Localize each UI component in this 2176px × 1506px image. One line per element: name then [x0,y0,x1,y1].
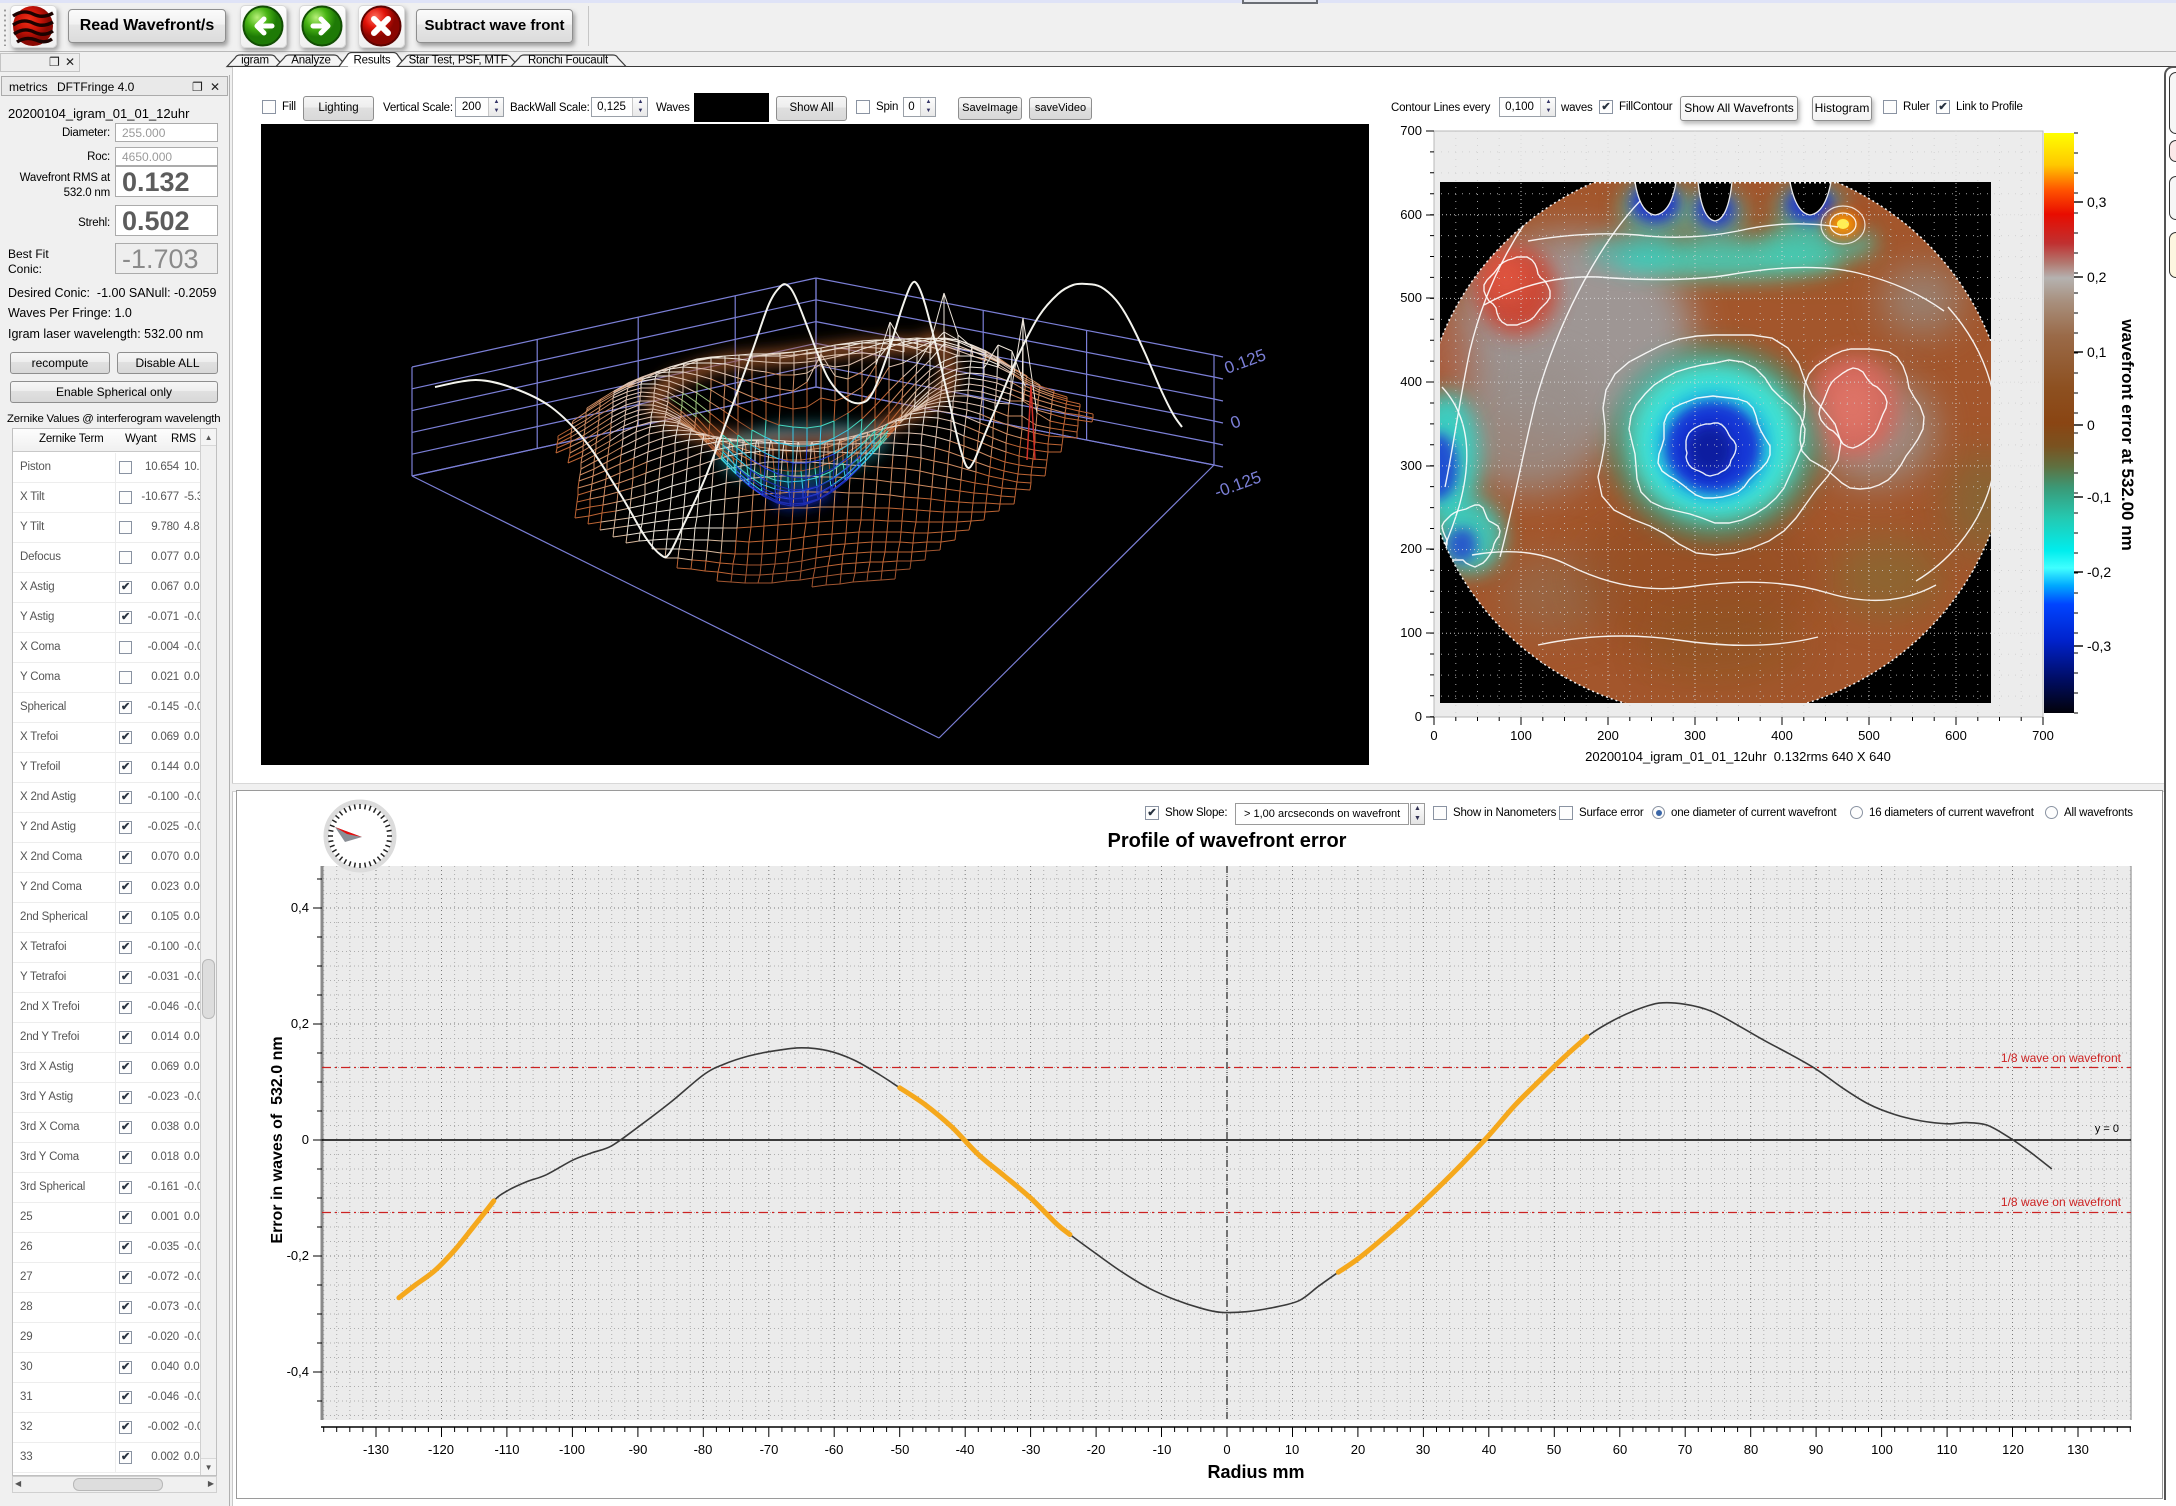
svg-text:0,3: 0,3 [2087,194,2107,210]
svg-text:300: 300 [1400,458,1422,473]
svg-text:120: 120 [2002,1442,2024,1457]
svg-text:300: 300 [1684,728,1706,743]
svg-text:20200104_igram_01_01_12uhr 0.: 20200104_igram_01_01_12uhr 0.132rms 640 … [1585,749,1891,764]
svg-text:80: 80 [1744,1442,1758,1457]
svg-text:Analyze: Analyze [291,55,331,67]
svg-text:0: 0 [1430,728,1437,743]
svg-text:-80: -80 [694,1442,713,1457]
svg-text:10: 10 [1285,1442,1299,1457]
svg-text:-0,1: -0,1 [2087,489,2111,505]
svg-text:igram: igram [241,55,269,67]
svg-text:0: 0 [1223,1442,1230,1457]
svg-text:700: 700 [2032,728,2054,743]
svg-text:500: 500 [1858,728,1880,743]
svg-text:100: 100 [1400,625,1422,640]
svg-text:-110: -110 [494,1442,519,1457]
svg-text:-20: -20 [1087,1442,1106,1457]
svg-text:0: 0 [2087,417,2095,433]
svg-text:-10: -10 [1153,1442,1172,1457]
svg-text:Error in waves of 532.0 nm: Error in waves of 532.0 nm [269,1036,286,1243]
svg-text:y = 0: y = 0 [2095,1123,2119,1135]
svg-text:-70: -70 [760,1442,779,1457]
svg-text:600: 600 [1945,728,1967,743]
svg-text:-30: -30 [1022,1442,1041,1457]
svg-text:0: 0 [302,1132,309,1147]
svg-text:1/8 wave on wavefront: 1/8 wave on wavefront [2001,1051,2122,1065]
svg-text:0,2: 0,2 [291,1016,309,1031]
svg-text:-90: -90 [629,1442,648,1457]
svg-text:wavefront error at 532.00 nm: wavefront error at 532.00 nm [2118,318,2137,550]
svg-text:200: 200 [1400,541,1422,556]
svg-text:600: 600 [1400,207,1422,222]
svg-text:-50: -50 [891,1442,910,1457]
svg-text:-0,2: -0,2 [2087,564,2111,580]
svg-text:-100: -100 [559,1442,585,1457]
svg-text:Results: Results [354,55,391,67]
svg-text:400: 400 [1771,728,1793,743]
svg-text:50: 50 [1547,1442,1561,1457]
svg-text:Star Test, PSF, MTF: Star Test, PSF, MTF [409,55,508,67]
svg-text:500: 500 [1400,290,1422,305]
svg-text:0,4: 0,4 [291,900,309,915]
svg-text:0,1: 0,1 [2087,344,2107,360]
svg-text:100: 100 [1510,728,1532,743]
svg-text:30: 30 [1416,1442,1430,1457]
svg-text:90: 90 [1809,1442,1823,1457]
svg-text:400: 400 [1400,374,1422,389]
svg-text:-60: -60 [825,1442,844,1457]
svg-text:0: 0 [1415,709,1422,724]
svg-text:Ronchi Foucault: Ronchi Foucault [528,55,609,67]
svg-text:-130: -130 [363,1442,389,1457]
svg-text:700: 700 [1400,125,1422,138]
svg-text:-0,3: -0,3 [2087,638,2111,654]
svg-text:0,2: 0,2 [2087,269,2107,285]
svg-text:Radius mm: Radius mm [1207,1462,1304,1482]
svg-text:200: 200 [1597,728,1619,743]
svg-text:1/8 wave on wavefront: 1/8 wave on wavefront [2001,1195,2122,1209]
svg-text:-0,4: -0,4 [287,1364,309,1379]
svg-text:100: 100 [1871,1442,1893,1457]
svg-text:-0,2: -0,2 [287,1248,309,1263]
svg-text:70: 70 [1678,1442,1692,1457]
svg-text:-40: -40 [956,1442,975,1457]
svg-text:20: 20 [1351,1442,1365,1457]
svg-text:110: 110 [1937,1442,1958,1457]
svg-text:130: 130 [2067,1442,2089,1457]
svg-text:-120: -120 [428,1442,454,1457]
svg-text:40: 40 [1482,1442,1496,1457]
svg-text:60: 60 [1613,1442,1627,1457]
